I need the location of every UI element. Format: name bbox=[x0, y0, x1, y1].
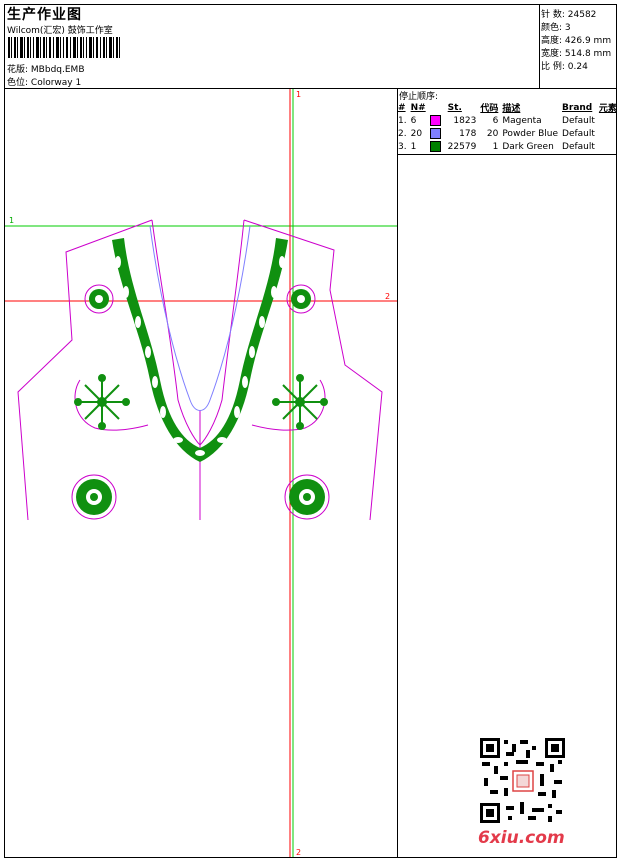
stat-width: 宽度: 514.8 mm bbox=[541, 49, 612, 59]
starburst-motif-right bbox=[272, 374, 328, 430]
colorway-label: 色位: bbox=[7, 78, 29, 88]
barcode bbox=[8, 37, 120, 58]
stat-stitches: 针 数: 24582 bbox=[541, 10, 597, 20]
colorway-name: Colorway 1 bbox=[30, 78, 82, 88]
studio-name: Wilcom(汇宏) 鼓饰工作室 bbox=[7, 26, 113, 36]
page-title: 生产作业图 bbox=[7, 7, 82, 23]
canvas-divider bbox=[397, 88, 398, 858]
guide-label-v2: 2 bbox=[296, 848, 301, 857]
design-file-row: 花版: MBbdq.EMB bbox=[7, 62, 85, 75]
rosette-left bbox=[76, 479, 112, 515]
design-label: 花版: bbox=[7, 65, 29, 75]
qr-code bbox=[480, 738, 565, 823]
table-row: 1. 6 1823 6 Magenta Default bbox=[398, 115, 595, 126]
garment-outline bbox=[17, 219, 383, 521]
color-swatch bbox=[429, 141, 441, 152]
colorway-row: 色位: Colorway 1 bbox=[7, 75, 81, 88]
table-row: 3. 1 22579 1 Dark Green Default bbox=[398, 141, 595, 152]
watermark-logo: 6xiu.com bbox=[478, 828, 565, 848]
rosette-right bbox=[289, 479, 325, 515]
guide-label-h1: 1 bbox=[9, 216, 14, 225]
color-stop-table: # N# St. 代码 描述 Brand 元素 1. 6 1823 6 Magent… bbox=[396, 101, 619, 153]
stat-height: 高度: 426.9 mm bbox=[541, 36, 612, 46]
starburst-motif-left bbox=[74, 374, 130, 430]
stat-colors: 颜色: 3 bbox=[541, 23, 571, 33]
stat-scale: 比 例: 0.24 bbox=[541, 62, 588, 72]
table-row: 2. 20 178 20 Powder Blue Default bbox=[398, 128, 595, 139]
stats-divider bbox=[539, 4, 540, 89]
guide-label-h2: 2 bbox=[385, 292, 390, 301]
color-swatch bbox=[429, 128, 441, 139]
table-header: # N# St. 代码 描述 Brand 元素 bbox=[398, 102, 617, 115]
color-swatch bbox=[429, 115, 441, 126]
embroidery-canvas: 1 2 1 2 bbox=[5, 89, 397, 857]
shoulder-medallion-right bbox=[291, 289, 311, 309]
shoulder-medallion-left bbox=[89, 289, 109, 309]
table-divider bbox=[397, 154, 617, 155]
design-file-name: MBbdq.EMB bbox=[30, 65, 85, 75]
neckline-inner-line bbox=[149, 225, 251, 411]
guide-label-v1: 1 bbox=[296, 90, 301, 99]
